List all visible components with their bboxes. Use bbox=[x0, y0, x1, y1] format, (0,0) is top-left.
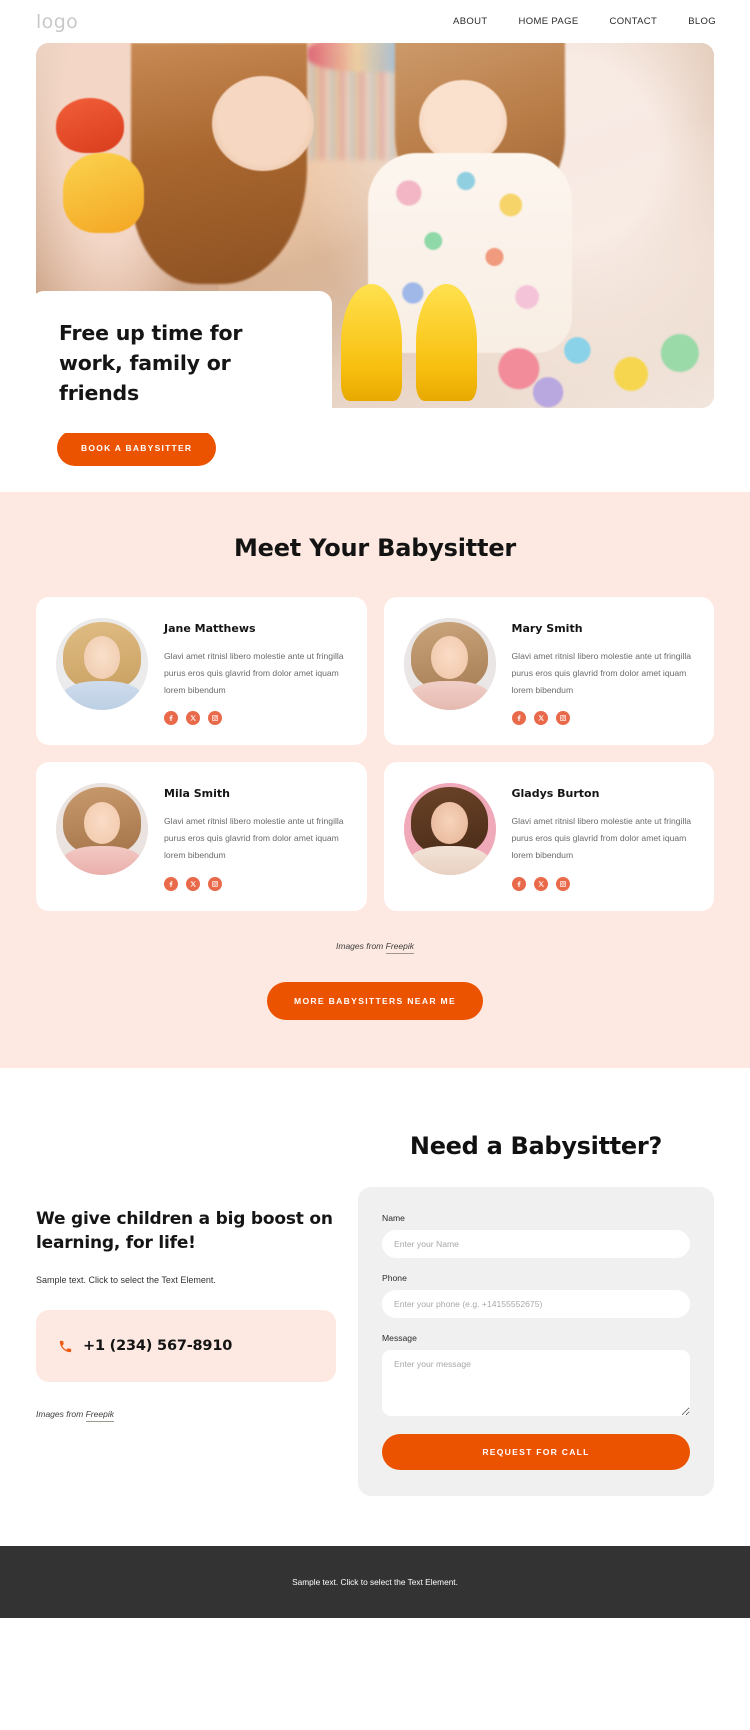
contact-left-subtitle: Sample text. Click to select the Text El… bbox=[36, 1274, 216, 1285]
babysitter-name: Gladys Burton bbox=[511, 787, 600, 801]
phone-number: +1 (234) 567-8910 bbox=[83, 1338, 233, 1355]
babysitter-card-grid: Jane Matthews Glavi amet ritnisl libero … bbox=[36, 597, 714, 911]
meet-cta-row: MORE BABYSITTERS NEAR ME bbox=[36, 981, 714, 1020]
facebook-icon[interactable] bbox=[511, 876, 526, 891]
x-twitter-icon[interactable] bbox=[186, 711, 200, 726]
hero-title: Free up time for work, family or friends bbox=[59, 321, 243, 406]
social-links bbox=[164, 711, 347, 726]
message-label: Message bbox=[382, 1332, 417, 1343]
credit-prefix: Images from bbox=[36, 1409, 86, 1420]
babysitter-description: Glavi amet ritnisl libero molestie ante … bbox=[511, 816, 692, 860]
phone-icon bbox=[59, 1340, 72, 1353]
contact-section: We give children a big boost on learning… bbox=[0, 1067, 750, 1546]
meet-your-babysitter-section: Meet Your Babysitter Jane Matthews Glavi… bbox=[0, 492, 750, 1068]
nav-item-about[interactable]: ABOUT bbox=[453, 16, 487, 27]
hero-section: Free up time for work, family or friends bbox=[0, 43, 750, 434]
babysitter-card[interactable]: Gladys Burton Glavi amet ritnisl libero … bbox=[383, 762, 714, 911]
avatar bbox=[403, 783, 496, 876]
logo[interactable]: logo bbox=[36, 11, 78, 33]
babysitter-name: Mary Smith bbox=[511, 622, 583, 635]
contact-image-credit: Images from Freepik bbox=[36, 1409, 336, 1423]
nav-item-contact[interactable]: CONTACT bbox=[610, 16, 658, 27]
social-links bbox=[164, 876, 347, 891]
card-body: Gladys Burton Glavi amet ritnisl libero … bbox=[511, 783, 695, 891]
contact-right-column: Need a Babysitter? Name Phone Message RE… bbox=[358, 1132, 714, 1496]
x-twitter-icon[interactable] bbox=[533, 711, 548, 726]
babysitter-description: Glavi amet ritnisl libero molestie ante … bbox=[164, 816, 344, 860]
babysitter-card[interactable]: Mila Smith Glavi amet ritnisl libero mol… bbox=[36, 762, 367, 911]
freepik-link[interactable]: Freepik bbox=[85, 1409, 114, 1423]
x-twitter-icon[interactable] bbox=[533, 876, 548, 891]
site-footer: Sample text. Click to select the Text El… bbox=[0, 1545, 750, 1618]
contact-form-title: Need a Babysitter? bbox=[409, 1131, 663, 1160]
instagram-icon[interactable] bbox=[208, 711, 222, 726]
contact-form: Name Phone Message REQUEST FOR CALL bbox=[358, 1186, 714, 1496]
message-input[interactable] bbox=[382, 1349, 690, 1416]
credit-prefix: Images from bbox=[336, 940, 386, 951]
instagram-icon[interactable] bbox=[555, 711, 570, 726]
babysitter-card[interactable]: Jane Matthews Glavi amet ritnisl libero … bbox=[36, 597, 367, 746]
site-header: logo ABOUT HOME PAGE CONTACT BLOG bbox=[0, 0, 750, 43]
card-body: Mary Smith Glavi amet ritnisl libero mol… bbox=[511, 618, 695, 726]
facebook-icon[interactable] bbox=[164, 876, 178, 891]
avatar bbox=[403, 618, 496, 710]
babysitter-card[interactable]: Mary Smith Glavi amet ritnisl libero mol… bbox=[383, 597, 714, 746]
social-links bbox=[511, 876, 695, 891]
avatar bbox=[56, 783, 148, 876]
facebook-icon[interactable] bbox=[511, 711, 526, 726]
social-links bbox=[511, 711, 695, 726]
card-body: Jane Matthews Glavi amet ritnisl libero … bbox=[164, 618, 347, 726]
meet-image-credit: Images from Freepik bbox=[36, 940, 714, 954]
x-twitter-icon[interactable] bbox=[186, 876, 200, 891]
card-body: Mila Smith Glavi amet ritnisl libero mol… bbox=[164, 783, 347, 891]
main-navigation: ABOUT HOME PAGE CONTACT BLOG bbox=[453, 16, 716, 27]
footer-text: Sample text. Click to select the Text El… bbox=[292, 1576, 458, 1587]
name-label: Name bbox=[382, 1212, 405, 1223]
phone-input[interactable] bbox=[382, 1289, 690, 1318]
avatar bbox=[56, 618, 148, 710]
freepik-link[interactable]: Freepik bbox=[385, 940, 414, 954]
hero-text-card: Free up time for work, family or friends bbox=[31, 291, 332, 434]
page-root: logo ABOUT HOME PAGE CONTACT BLOG Free u… bbox=[0, 0, 750, 1618]
babysitter-description: Glavi amet ritnisl libero molestie ante … bbox=[511, 651, 692, 695]
contact-left-title: We give children a big boost on learning… bbox=[36, 1208, 333, 1253]
nav-item-blog[interactable]: BLOG bbox=[688, 16, 716, 27]
meet-section-title: Meet Your Babysitter bbox=[233, 534, 517, 562]
instagram-icon[interactable] bbox=[555, 876, 570, 891]
more-babysitters-near-me-button[interactable]: MORE BABYSITTERS NEAR ME bbox=[266, 981, 484, 1020]
facebook-icon[interactable] bbox=[164, 711, 178, 726]
babysitter-name: Jane Matthews bbox=[164, 622, 256, 635]
book-a-babysitter-button[interactable]: BOOK A BABYSITTER bbox=[57, 430, 217, 466]
babysitter-description: Glavi amet ritnisl libero molestie ante … bbox=[164, 651, 344, 695]
babysitter-name: Mila Smith bbox=[164, 787, 230, 801]
request-for-call-button[interactable]: REQUEST FOR CALL bbox=[382, 1433, 690, 1470]
phone-label: Phone bbox=[382, 1272, 407, 1283]
contact-left-column: We give children a big boost on learning… bbox=[36, 1132, 336, 1423]
name-input[interactable] bbox=[382, 1229, 690, 1258]
phone-box[interactable]: +1 (234) 567-8910 bbox=[36, 1310, 336, 1383]
nav-item-home-page[interactable]: HOME PAGE bbox=[519, 16, 579, 27]
instagram-icon[interactable] bbox=[208, 876, 222, 891]
